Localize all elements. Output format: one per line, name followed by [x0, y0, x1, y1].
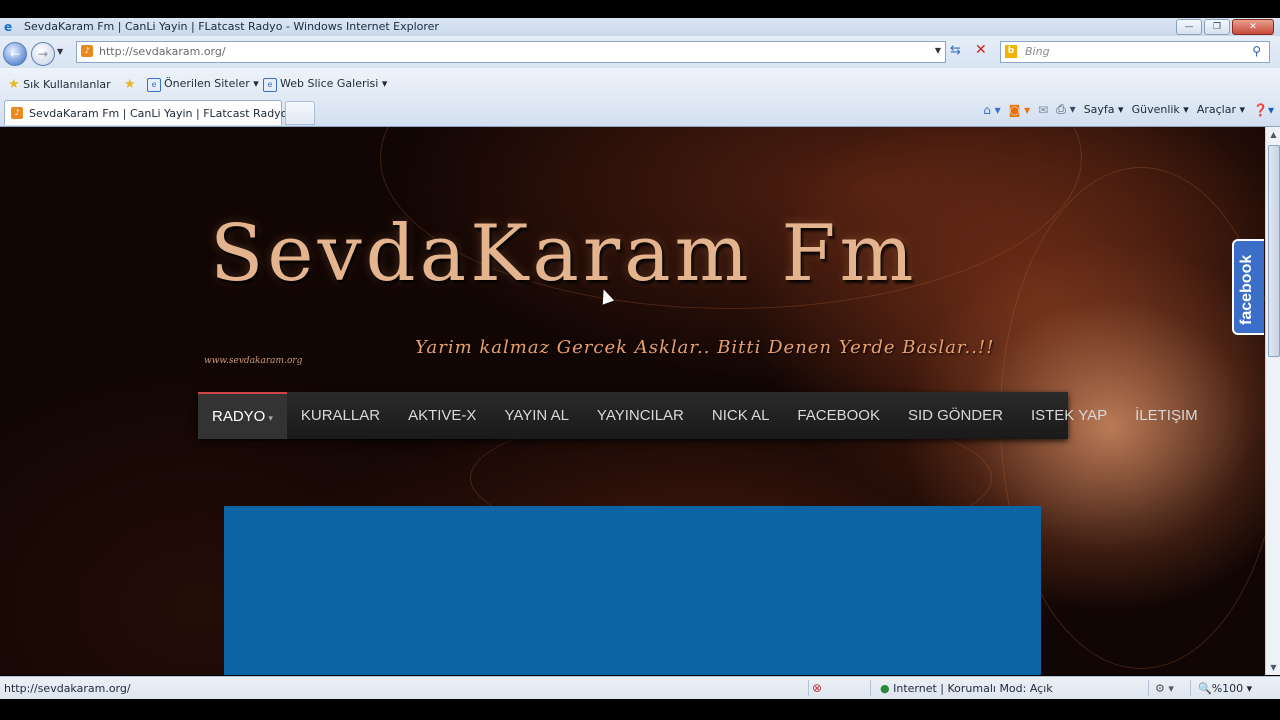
menu-item-yayin-al[interactable]: YAYIN AL [490, 392, 582, 439]
web-page: SevdaKaram Fm Yarim kalmaz Gercek Asklar… [0, 127, 1265, 675]
search-icon[interactable]: ⚲ [1252, 44, 1261, 58]
status-bar: http://sevdakaram.org/ ⊗ ● Internet | Ko… [0, 676, 1280, 699]
favorites-bar: ★ Sık Kullanılanlar ★ e Önerilen Siteler … [0, 68, 1280, 96]
zoom-level[interactable]: 🔍%100 ▾ [1198, 682, 1252, 695]
zone-settings-icon[interactable]: ⚙ ▾ [1155, 682, 1174, 695]
site-favicon-icon: ♪ [81, 45, 93, 57]
facebook-tab-label: facebook [1238, 254, 1255, 325]
url-text: http://sevdakaram.org/ [99, 45, 226, 58]
scroll-down-icon[interactable]: ▼ [1266, 660, 1280, 675]
menu-item-iletisim[interactable]: İLETIŞIM [1121, 392, 1212, 439]
home-icon[interactable]: ⌂ ▾ [983, 103, 1000, 117]
menu-item-kurallar[interactable]: KURALLAR [287, 392, 394, 439]
suggested-sites-button[interactable]: e Önerilen Siteler ▾ [147, 77, 259, 92]
url-dropdown-icon[interactable]: ▼ [935, 46, 941, 55]
favorites-button[interactable]: ★ Sık Kullanılanlar [8, 77, 111, 92]
back-button[interactable]: ← [3, 42, 27, 66]
facebook-side-tab[interactable]: facebook [1232, 239, 1264, 335]
forward-button[interactable]: → [31, 42, 55, 66]
window-controls: — ❐ ✕ [1176, 19, 1274, 35]
address-bar: ← → ▼ ♪ http://sevdakaram.org/ ▼ b Bing … [0, 36, 1280, 68]
site-url-text: www.sevdakaram.org [204, 356, 303, 366]
tab-bar: ♪ SevdaKaram Fm | CanLi Yayin | FLatcast… [0, 96, 1280, 127]
tab-active[interactable]: ♪ SevdaKaram Fm | CanLi Yayin | FLatcast… [4, 100, 287, 125]
star-icon: ★ [8, 77, 20, 92]
ie-page-icon: e [263, 78, 277, 92]
content-box [224, 506, 1041, 675]
safety-menu[interactable]: Güvenlik ▾ [1132, 103, 1189, 116]
menu-item-radyo[interactable]: RADYO ▾ [198, 392, 287, 439]
menu-item-istek-yap[interactable]: ISTEK YAP [1017, 392, 1121, 439]
ie-page-icon: e [147, 78, 161, 92]
close-button[interactable]: ✕ [1232, 19, 1274, 35]
search-input[interactable]: b Bing ⚲ [1000, 41, 1270, 63]
bing-icon: b [1005, 45, 1017, 58]
url-input[interactable]: ♪ http://sevdakaram.org/ ▼ [76, 41, 946, 63]
menu-item-nick-al[interactable]: NICK AL [698, 392, 784, 439]
status-text: http://sevdakaram.org/ [4, 682, 131, 695]
add-favorites-icon[interactable]: ★ [124, 77, 136, 92]
mail-icon[interactable]: ✉ [1038, 103, 1048, 117]
rss-icon[interactable]: ◙ ▾ [1009, 103, 1030, 117]
new-tab-button[interactable] [285, 101, 315, 125]
menu-item-aktive-x[interactable]: AKTIVE-X [394, 392, 490, 439]
web-slice-gallery-button[interactable]: e Web Slice Galerisi ▾ [263, 77, 387, 92]
divider [808, 680, 809, 696]
menu-item-yayincilar[interactable]: YAYINCILAR [583, 392, 698, 439]
site-logo[interactable]: SevdaKaram Fm [210, 209, 918, 299]
page-menu[interactable]: Sayfa ▾ [1084, 103, 1124, 116]
scroll-thumb[interactable] [1268, 145, 1280, 357]
divider [1190, 680, 1191, 696]
history-dropdown-icon[interactable]: ▼ [57, 47, 63, 56]
window-titlebar: e SevdaKaram Fm | CanLi Yayin | FLatcast… [0, 18, 1280, 36]
scroll-up-icon[interactable]: ▲ [1266, 127, 1280, 142]
protected-mode-icon[interactable]: ⊗ [812, 681, 822, 695]
vertical-scrollbar[interactable]: ▲ ▼ [1265, 127, 1280, 675]
screen-border [0, 699, 1280, 720]
caret-down-icon: ▾ [268, 413, 273, 423]
maximize-button[interactable]: ❐ [1204, 19, 1230, 35]
divider [870, 680, 871, 696]
tab-label: SevdaKaram Fm | CanLi Yayin | FLatcast R… [29, 107, 288, 120]
menu-item-facebook[interactable]: FACEBOOK [783, 392, 894, 439]
globe-icon: ● [880, 682, 890, 695]
ie-logo-icon: e [4, 20, 13, 34]
print-icon[interactable]: ⎙ ▾ [1056, 102, 1075, 117]
security-zone[interactable]: ● Internet | Korumalı Mod: Açık [880, 682, 1053, 695]
stop-icon[interactable]: ✕ [975, 42, 987, 58]
site-slogan: Yarim kalmaz Gercek Asklar.. Bitti Denen… [415, 337, 995, 358]
main-menu: RADYO ▾ KURALLAR AKTIVE-X YAYIN AL YAYINC… [198, 392, 1198, 439]
tools-menu[interactable]: Araçlar ▾ [1197, 103, 1245, 116]
command-bar: ⌂ ▾ ◙ ▾ ✉ ⎙ ▾ Sayfa ▾ Güvenlik ▾ Araçlar… [983, 102, 1274, 117]
help-icon[interactable]: ❓▾ [1253, 103, 1274, 117]
window-title: SevdaKaram Fm | CanLi Yayin | FLatcast R… [24, 20, 439, 33]
refresh-icon[interactable]: ⇆ [950, 43, 961, 58]
minimize-button[interactable]: — [1176, 19, 1202, 35]
divider [1148, 680, 1149, 696]
search-placeholder: Bing [1025, 45, 1050, 58]
site-favicon-icon: ♪ [11, 107, 23, 119]
menu-item-sid-gonder[interactable]: SID GÖNDER [894, 392, 1017, 439]
